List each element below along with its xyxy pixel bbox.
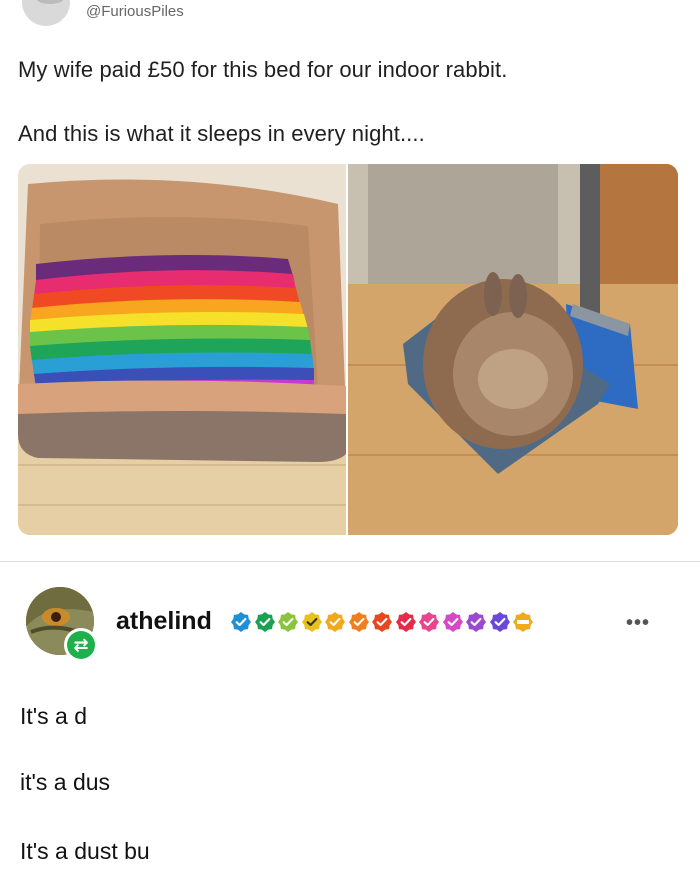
- post-text-line-1: It's a d: [20, 703, 88, 729]
- verified-badge-icon: [372, 612, 392, 632]
- post-text-line-3: It's a dust bu: [20, 838, 150, 864]
- badge-row[interactable]: [231, 612, 537, 634]
- verified-badge-icon: [442, 612, 463, 632]
- pet-bed-photo[interactable]: [18, 164, 346, 535]
- tweet-avatar[interactable]: [22, 0, 70, 26]
- tweet-card: @FuriousPiles My wife paid £50 for this …: [0, 0, 700, 560]
- rabbit-dustpan-photo[interactable]: [348, 164, 678, 535]
- verified-badge-icon: [254, 612, 275, 632]
- verified-badge-icon: [419, 612, 439, 632]
- username[interactable]: athelind: [116, 607, 212, 636]
- reblog-post: ⇄ athelind ••• It's a d it's a dus It's …: [0, 562, 700, 874]
- verified-badge-icon: [301, 612, 322, 632]
- tweet-text-line-1: My wife paid £50 for this bed for our in…: [18, 57, 508, 82]
- verified-badge-icon: [513, 612, 533, 632]
- verified-badge-icon: [348, 612, 369, 632]
- more-options-button[interactable]: •••: [626, 612, 650, 635]
- verified-badge-icon: [325, 612, 345, 632]
- tweet-handle[interactable]: @FuriousPiles: [86, 3, 184, 20]
- verified-badge-icon: [466, 612, 486, 632]
- verified-badge-icon: [278, 612, 298, 632]
- reblog-icon: ⇄: [67, 631, 95, 659]
- post-text-line-2: it's a dus: [20, 769, 111, 795]
- verified-badge-icon: [395, 612, 416, 632]
- reblog-badge: ⇄: [64, 628, 98, 662]
- tweet-text-line-2: And this is what it sleeps in every nigh…: [18, 121, 425, 146]
- verified-badge-icon: [231, 612, 251, 632]
- verified-badge-icon: [489, 612, 510, 632]
